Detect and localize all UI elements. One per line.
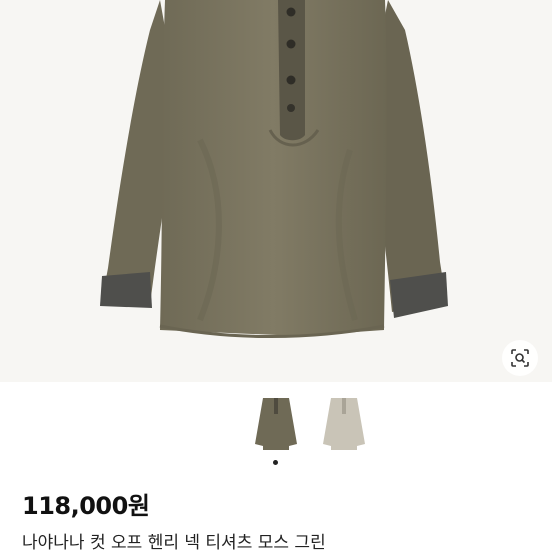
product-title: 나야나나 컷 오프 헨리 넥 티셔츠 모스 그린 (22, 533, 326, 553)
gallery-pagination (0, 460, 552, 468)
button-1 (286, 7, 296, 17)
button-3 (286, 75, 296, 85)
button-4 (287, 104, 295, 112)
button-2 (286, 39, 296, 49)
thumbnail-2[interactable] (319, 392, 369, 454)
product-price: 118,000원 (22, 492, 150, 520)
image-search-button[interactable] (502, 340, 538, 376)
product-hero-image[interactable] (0, 0, 552, 382)
thumbnail-strip (0, 392, 552, 454)
thumbnail-1[interactable] (251, 392, 301, 454)
search-lens-icon (511, 349, 529, 367)
shirt-illustration (100, 0, 448, 339)
pagination-dot-active[interactable] (273, 460, 278, 465)
